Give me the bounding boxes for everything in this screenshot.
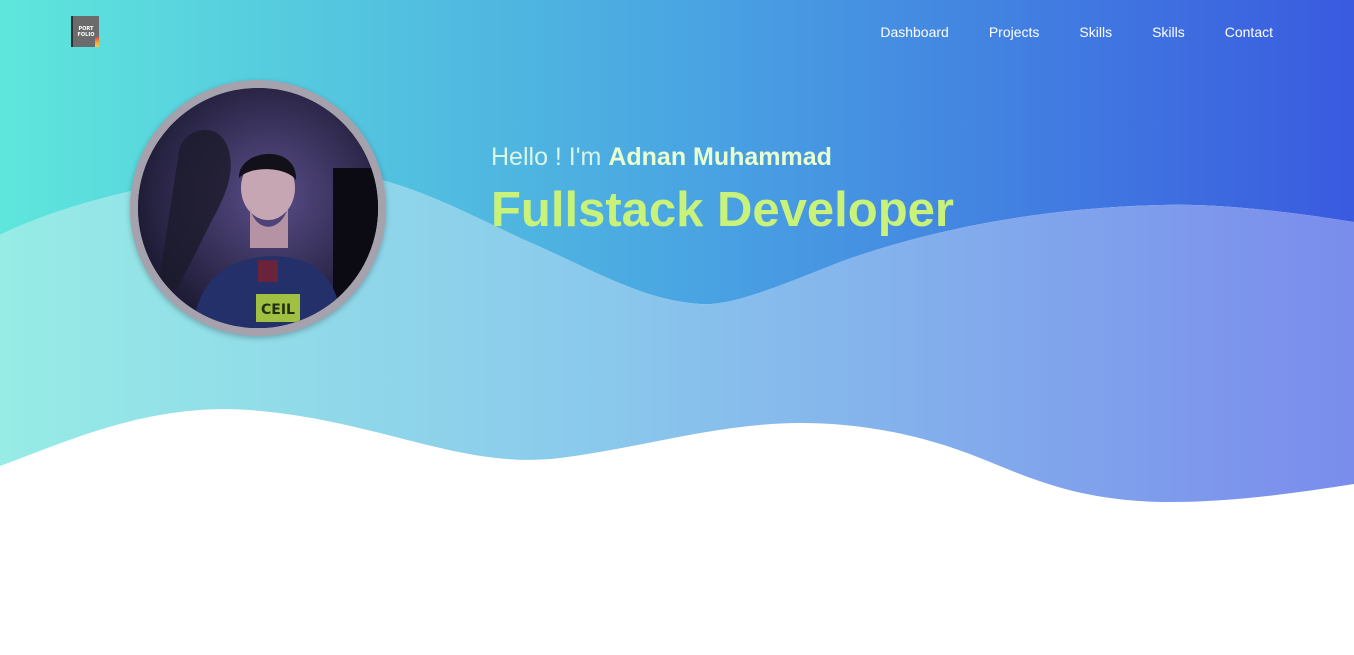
profile-photo-frame: CEIL <box>130 80 386 336</box>
logo-text-line2: FOLIO <box>77 31 95 38</box>
nav-links: Dashboard Projects Skills Skills Contact <box>860 23 1273 41</box>
hero-greeting: Hello ! I'm Adnan Muhammad <box>491 143 832 172</box>
developer-name: Adnan Muhammad <box>608 143 832 171</box>
svg-text:CEIL: CEIL <box>261 302 295 318</box>
greeting-prefix: Hello ! I'm <box>491 143 602 171</box>
profile-photo-illustration: CEIL <box>138 88 378 328</box>
nav-link-skills-2[interactable]: Skills <box>1132 23 1205 41</box>
navbar: PORT FOLIO Dashboard Projects Skills Ski… <box>0 0 1354 64</box>
nav-link-contact[interactable]: Contact <box>1205 23 1273 41</box>
portfolio-logo[interactable]: PORT FOLIO <box>71 16 99 47</box>
developer-role: Fullstack Developer <box>491 183 954 237</box>
profile-photo: CEIL <box>138 88 378 328</box>
nav-link-dashboard[interactable]: Dashboard <box>860 23 969 41</box>
nav-link-skills[interactable]: Skills <box>1059 23 1132 41</box>
nav-link-projects[interactable]: Projects <box>969 23 1060 41</box>
